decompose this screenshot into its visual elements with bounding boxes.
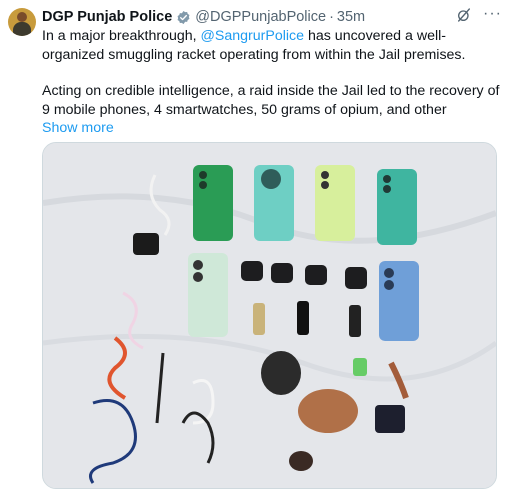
post-timestamp[interactable]: 35m xyxy=(337,9,365,25)
seized-items-photo xyxy=(43,143,496,488)
phone-4 xyxy=(377,169,417,245)
bundle-brown xyxy=(289,451,313,471)
small-device xyxy=(353,358,367,376)
phone-3 xyxy=(315,165,355,241)
phone-6 xyxy=(379,261,419,341)
author-avatar[interactable] xyxy=(8,8,36,36)
separator-dot: · xyxy=(329,9,334,25)
keypad-phone-2 xyxy=(297,301,309,335)
post-paragraph-2: Acting on credible intelligence, a raid … xyxy=(42,83,500,118)
post-paragraph-1: In a major breakthrough, @SangrurPolice … xyxy=(42,27,504,64)
post-text: In a major breakthrough, @SangrurPolice … xyxy=(42,27,504,138)
show-more-link[interactable]: Show more xyxy=(42,119,504,138)
post-header: DGP Punjab Police @DGPPunjabPolice · 35m xyxy=(42,7,365,27)
charger-dark xyxy=(375,405,405,433)
phone-5 xyxy=(188,253,228,337)
post-photo[interactable] xyxy=(42,142,497,489)
keypad-phone-3 xyxy=(349,305,361,337)
avatar-figure xyxy=(13,22,31,36)
avatar-face xyxy=(17,12,27,22)
phone-1 xyxy=(193,165,233,241)
text-prefix: In a major breakthrough, xyxy=(42,28,201,44)
mention-link[interactable]: @SangrurPolice xyxy=(201,28,305,44)
phone-2 xyxy=(254,165,294,241)
author-name[interactable]: DGP Punjab Police xyxy=(42,9,172,25)
grok-icon[interactable] xyxy=(456,7,472,23)
keypad-phone-1 xyxy=(253,303,265,335)
pouch-dark xyxy=(261,351,301,395)
charger-black xyxy=(133,233,159,255)
author-handle[interactable]: @DGPPunjabPolice xyxy=(195,9,326,25)
opium-packet xyxy=(298,389,358,433)
verified-badge-icon xyxy=(177,10,190,24)
more-options-icon[interactable]: ··· xyxy=(483,6,502,22)
